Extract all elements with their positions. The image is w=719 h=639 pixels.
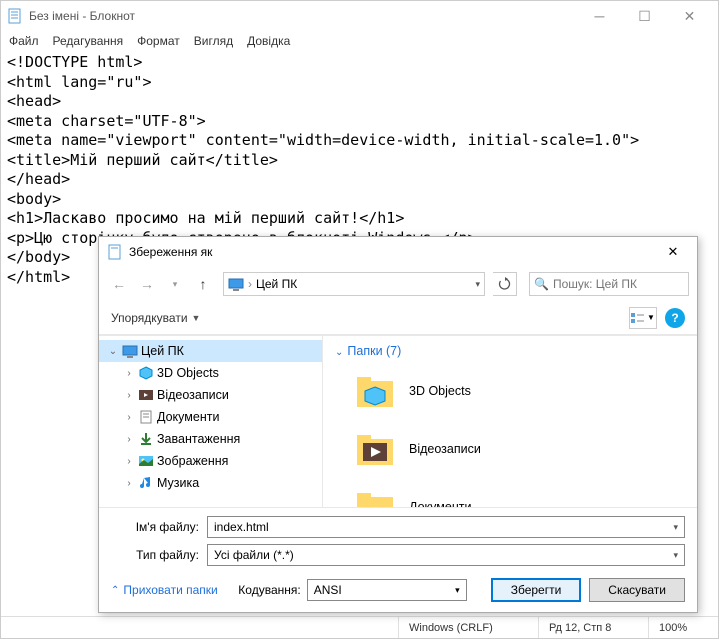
notepad-menubar: Файл Редагування Формат Вигляд Довідка xyxy=(1,31,718,51)
chevron-down-icon[interactable]: ▾ xyxy=(475,279,480,290)
encoding-select[interactable]: ANSI▾ xyxy=(307,579,467,601)
dialog-nav: ← → ▾ ↑ › Цей ПК ▾ 🔍 xyxy=(99,267,697,301)
tree-item-label: 3D Objects xyxy=(157,366,219,380)
tree-item-label: Відеозаписи xyxy=(157,388,229,402)
dialog-titlebar[interactable]: Збереження як ✕ xyxy=(99,237,697,267)
menu-edit[interactable]: Редагування xyxy=(53,34,124,48)
status-zoom: 100% xyxy=(648,617,718,638)
chevron-down-icon[interactable]: ▼ xyxy=(192,313,201,323)
hide-folders-button[interactable]: ⌃Приховати папки xyxy=(111,583,218,597)
dialog-body: ⌄ Цей ПК › 3D Objects › Відеозаписи › Докум… xyxy=(99,335,697,507)
view-mode-button[interactable]: ▼ xyxy=(629,307,657,329)
menu-help[interactable]: Довідка xyxy=(247,34,290,48)
menu-view[interactable]: Вигляд xyxy=(194,34,233,48)
nav-back-button[interactable]: ← xyxy=(107,272,131,296)
notepad-statusbar: Windows (CRLF) Рд 12, Стп 8 100% xyxy=(1,616,718,638)
nav-up-button[interactable]: ↑ xyxy=(191,272,215,296)
chevron-down-icon[interactable]: ▾ xyxy=(673,550,678,561)
save-as-dialog: Збереження як ✕ ← → ▾ ↑ › Цей ПК ▾ 🔍 Упо… xyxy=(98,236,698,613)
refresh-button[interactable] xyxy=(493,272,517,296)
tree-item[interactable]: › Документи xyxy=(99,406,322,428)
minimize-button[interactable]: ─ xyxy=(577,1,622,31)
collapse-icon[interactable]: ⌄ xyxy=(107,346,119,357)
tree-item-label: Документи xyxy=(157,410,219,424)
pc-icon xyxy=(121,343,139,359)
dialog-toolbar: Упорядкувати ▼ ▼ ? xyxy=(99,301,697,335)
dialog-footer: Ім'я файлу: index.html▾ Тип файлу: Усі ф… xyxy=(99,507,697,612)
tree-item[interactable]: › Музика xyxy=(99,472,322,494)
image-icon xyxy=(137,453,155,469)
tree-item[interactable]: › Зображення xyxy=(99,450,322,472)
status-crlf: Windows (CRLF) xyxy=(398,617,538,638)
folder-label: 3D Objects xyxy=(409,384,471,398)
tree-item-label: Музика xyxy=(157,476,199,490)
expand-icon[interactable]: › xyxy=(123,390,135,401)
menu-file[interactable]: Файл xyxy=(9,34,39,48)
search-box[interactable]: 🔍 xyxy=(529,272,689,296)
folder-video-icon xyxy=(353,427,397,471)
expand-icon[interactable]: › xyxy=(123,412,135,423)
organize-button[interactable]: Упорядкувати xyxy=(111,311,188,325)
notepad-titlebar[interactable]: Без імені - Блокнот ─ ☐ ✕ xyxy=(1,1,718,31)
folder-item[interactable]: 3D Objects xyxy=(353,366,685,416)
folder-item[interactable]: Документи xyxy=(353,482,685,507)
close-button[interactable]: ✕ xyxy=(667,1,712,31)
filename-input[interactable]: index.html▾ xyxy=(207,516,685,538)
folder-documents-icon xyxy=(353,485,397,507)
address-bar[interactable]: › Цей ПК ▾ xyxy=(223,272,485,296)
pc-icon xyxy=(228,276,244,292)
search-icon: 🔍 xyxy=(534,277,549,291)
tree-item[interactable]: › Відеозаписи xyxy=(99,384,322,406)
download-icon xyxy=(137,431,155,447)
folder-content[interactable]: ⌄Папки (7) 3D Objects Відеозаписи Докуме… xyxy=(323,336,697,507)
tree-item[interactable]: › 3D Objects xyxy=(99,362,322,384)
cube-icon xyxy=(137,365,155,381)
document-icon xyxy=(137,409,155,425)
expand-icon[interactable]: › xyxy=(123,368,135,379)
filetype-label: Тип файлу: xyxy=(111,548,207,562)
dialog-title-text: Збереження як xyxy=(129,245,657,259)
tree-item-label: Завантаження xyxy=(157,432,240,446)
nav-forward-button: → xyxy=(135,272,159,296)
cancel-button[interactable]: Скасувати xyxy=(589,578,685,602)
filename-label: Ім'я файлу: xyxy=(111,520,207,534)
chevron-down-icon[interactable]: ▾ xyxy=(673,522,678,533)
video-icon xyxy=(137,387,155,403)
notepad-icon xyxy=(107,244,123,260)
search-input[interactable] xyxy=(553,277,708,291)
filetype-select[interactable]: Усі файли (*.*)▾ xyxy=(207,544,685,566)
notepad-icon xyxy=(7,8,23,24)
maximize-button[interactable]: ☐ xyxy=(622,1,667,31)
help-button[interactable]: ? xyxy=(665,308,685,328)
tree-this-pc[interactable]: ⌄ Цей ПК xyxy=(99,340,322,362)
tree-item-label: Зображення xyxy=(157,454,228,468)
folders-header[interactable]: ⌄Папки (7) xyxy=(335,344,685,358)
encoding-label: Кодування: xyxy=(238,583,300,597)
chevron-down-icon: ⌄ xyxy=(335,347,343,358)
menu-format[interactable]: Формат xyxy=(137,34,180,48)
status-position: Рд 12, Стп 8 xyxy=(538,617,648,638)
folder-item[interactable]: Відеозаписи xyxy=(353,424,685,474)
chevron-right-icon: › xyxy=(248,277,252,291)
tree-label: Цей ПК xyxy=(141,344,184,358)
save-button[interactable]: Зберегти xyxy=(491,578,582,602)
expand-icon[interactable]: › xyxy=(123,478,135,489)
folder-label: Документи xyxy=(409,500,471,507)
notepad-title-text: Без імені - Блокнот xyxy=(29,9,577,23)
chevron-down-icon[interactable]: ▾ xyxy=(455,585,460,596)
chevron-up-icon: ⌃ xyxy=(111,585,119,596)
expand-icon[interactable]: › xyxy=(123,434,135,445)
crumb-this-pc[interactable]: Цей ПК xyxy=(256,277,297,291)
folder-label: Відеозаписи xyxy=(409,442,481,456)
folder-tree[interactable]: ⌄ Цей ПК › 3D Objects › Відеозаписи › Докум… xyxy=(99,336,323,507)
tree-item[interactable]: › Завантаження xyxy=(99,428,322,450)
nav-recent-button[interactable]: ▾ xyxy=(163,272,187,296)
dialog-close-button[interactable]: ✕ xyxy=(657,244,689,260)
folder-3d-icon xyxy=(353,369,397,413)
expand-icon[interactable]: › xyxy=(123,456,135,467)
music-icon xyxy=(137,475,155,491)
